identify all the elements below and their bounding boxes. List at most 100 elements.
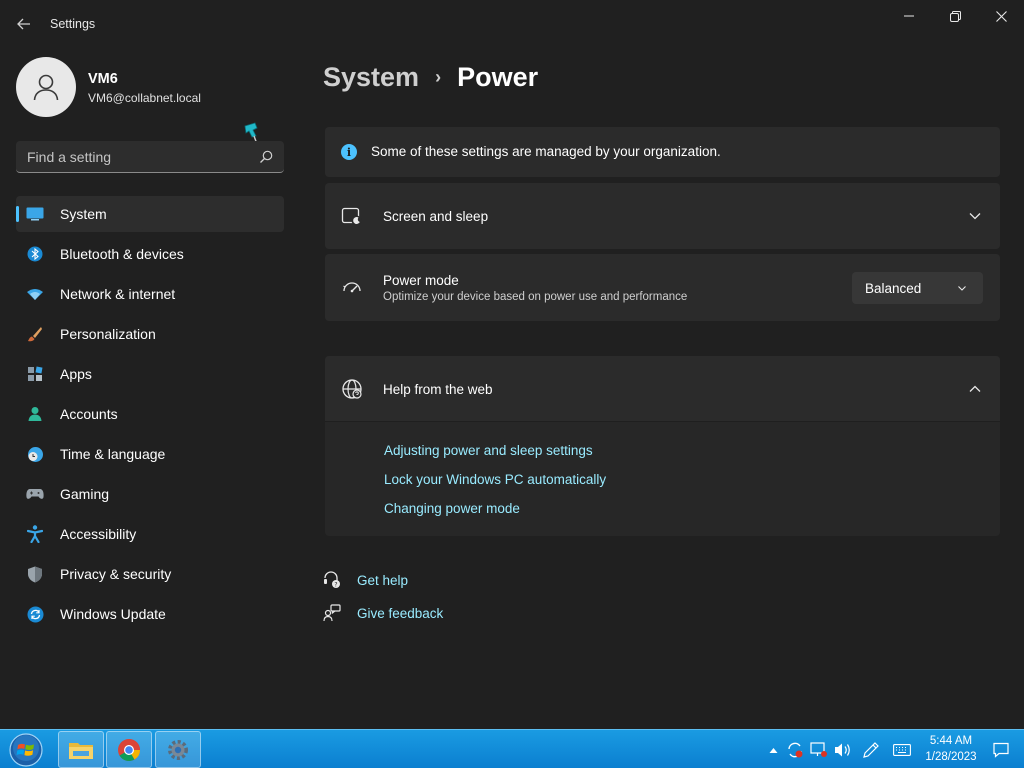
close-button[interactable] xyxy=(978,0,1024,32)
screen-sleep-icon xyxy=(341,207,362,226)
user-icon xyxy=(33,74,59,101)
power-mode-selected-value: Balanced xyxy=(865,281,922,296)
power-mode-title: Power mode xyxy=(383,273,459,288)
show-hidden-icons-button[interactable] xyxy=(764,741,782,759)
tray-sync-icon[interactable] xyxy=(786,741,804,759)
person-icon xyxy=(26,405,44,423)
help-from-web-card: Help from the web Adjusting power and sl… xyxy=(325,356,1000,536)
wifi-icon xyxy=(26,285,44,303)
get-help-label: Get help xyxy=(357,572,409,588)
start-button[interactable] xyxy=(6,732,46,768)
sidebar-item-label: Accounts xyxy=(60,406,118,422)
tray-network-icon[interactable] xyxy=(810,741,828,759)
power-mode-card: Power mode Optimize your device based on… xyxy=(325,254,1000,321)
managed-info-bar: i Some of these settings are managed by … xyxy=(325,127,1000,177)
app-title: Settings xyxy=(50,17,96,31)
get-help-link[interactable]: ? Get help xyxy=(323,571,408,589)
avatar[interactable] xyxy=(16,57,76,117)
notification-icon xyxy=(993,742,1009,758)
tray-volume-icon[interactable] xyxy=(834,741,852,759)
windows-orb-icon xyxy=(9,733,43,767)
svg-text:?: ? xyxy=(334,582,337,589)
brush-icon xyxy=(26,325,44,343)
taskbar-chrome[interactable] xyxy=(106,731,152,768)
clock-date: 1/28/2023 xyxy=(925,751,977,763)
feedback-icon xyxy=(323,604,341,622)
help-link-power-sleep[interactable]: Adjusting power and sleep settings xyxy=(384,443,593,458)
taskbar: 5:44 AM 1/28/2023 xyxy=(0,729,1024,768)
sidebar-item-label: Personalization xyxy=(60,326,156,342)
taskbar-clock[interactable]: 5:44 AM 1/28/2023 xyxy=(918,733,984,765)
chevron-down-icon[interactable] xyxy=(967,208,983,224)
arrow-left-icon xyxy=(17,18,30,30)
power-mode-dropdown[interactable]: Balanced xyxy=(852,272,983,304)
sidebar-item-accounts[interactable]: Accounts xyxy=(16,396,284,432)
shield-icon xyxy=(26,565,44,583)
help-link-power-mode[interactable]: Changing power mode xyxy=(384,501,520,516)
close-icon xyxy=(995,10,1007,22)
action-center-button[interactable] xyxy=(992,741,1010,759)
restore-icon xyxy=(949,10,961,22)
sidebar-item-windows-update[interactable]: Windows Update xyxy=(16,596,284,632)
sidebar-item-network[interactable]: Network & internet xyxy=(16,276,284,312)
help-link-lock-pc[interactable]: Lock your Windows PC automatically xyxy=(384,472,606,487)
settings-icon xyxy=(168,739,188,760)
sidebar-item-label: Gaming xyxy=(60,486,110,502)
screen-sleep-card[interactable]: Screen and sleep xyxy=(325,183,1000,249)
search-input[interactable]: Find a setting xyxy=(16,141,284,173)
taskbar-settings[interactable] xyxy=(155,731,201,768)
give-feedback-link[interactable]: Give feedback xyxy=(323,604,443,622)
breadcrumb: System › Power xyxy=(323,60,538,94)
sidebar-item-bluetooth[interactable]: Bluetooth & devices xyxy=(16,236,284,272)
get-help-icon: ? xyxy=(324,571,340,589)
sidebar-item-label: Time & language xyxy=(60,446,166,462)
user-name: VM6 xyxy=(88,71,118,87)
minimize-button[interactable] xyxy=(886,0,932,32)
sidebar-item-gaming[interactable]: Gaming xyxy=(16,476,284,512)
tray-pen-icon[interactable] xyxy=(862,741,880,759)
tray-keyboard-icon[interactable] xyxy=(893,741,911,759)
user-email: VM6@collabnet.local xyxy=(88,91,201,105)
taskbar-file-explorer[interactable] xyxy=(58,731,104,768)
screen-sleep-title: Screen and sleep xyxy=(383,209,489,224)
back-button[interactable] xyxy=(12,10,36,38)
gamepad-icon xyxy=(26,485,44,503)
monitor-icon xyxy=(26,205,44,223)
sidebar-item-label: Apps xyxy=(60,366,92,382)
info-icon: i xyxy=(341,144,357,160)
page-title: Power xyxy=(457,61,539,92)
breadcrumb-system-link[interactable]: System xyxy=(323,62,419,93)
power-mode-description: Optimize your device based on power use … xyxy=(383,291,688,303)
sidebar-item-apps[interactable]: Apps xyxy=(16,356,284,392)
chrome-icon xyxy=(118,738,140,761)
sidebar-item-label: Privacy & security xyxy=(60,566,172,582)
sidebar-item-system[interactable]: System xyxy=(16,196,284,232)
sidebar-item-label: Windows Update xyxy=(60,606,166,622)
chevron-down-icon xyxy=(958,286,966,291)
sidebar-item-label: System xyxy=(60,206,107,222)
bluetooth-icon xyxy=(26,245,44,263)
sidebar-item-personalization[interactable]: Personalization xyxy=(16,316,284,352)
update-icon xyxy=(26,605,44,623)
sidebar-item-privacy-security[interactable]: Privacy & security xyxy=(16,556,284,592)
apps-icon xyxy=(26,365,44,383)
help-from-web-header[interactable]: Help from the web xyxy=(325,356,1000,422)
help-from-web-title: Help from the web xyxy=(383,382,493,397)
title-bar: Settings xyxy=(0,0,1024,48)
active-indicator xyxy=(16,206,19,222)
sidebar-item-accessibility[interactable]: Accessibility xyxy=(16,516,284,552)
managed-info-text: Some of these settings are managed by yo… xyxy=(371,144,721,159)
search-placeholder: Find a setting xyxy=(27,149,112,165)
restore-button[interactable] xyxy=(932,0,978,32)
sidebar-item-label: Bluetooth & devices xyxy=(60,246,184,262)
sidebar-item-label: Network & internet xyxy=(60,286,176,302)
speedometer-icon xyxy=(343,282,361,293)
sidebar-item-label: Accessibility xyxy=(60,526,137,542)
breadcrumb-separator: › xyxy=(435,66,442,87)
give-feedback-label: Give feedback xyxy=(357,605,444,621)
nav-list: System Bluetooth & devices Network & int… xyxy=(16,196,284,636)
chevron-up-icon[interactable] xyxy=(967,381,983,397)
search-icon[interactable] xyxy=(258,149,274,165)
sidebar-item-time-language[interactable]: Time & language xyxy=(16,436,284,472)
clock-time: 5:44 AM xyxy=(929,735,973,747)
